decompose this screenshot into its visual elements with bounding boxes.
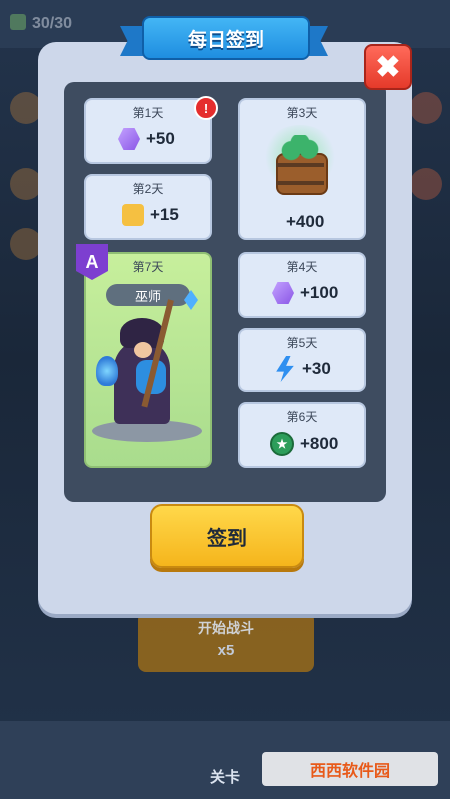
reward: ★ +800 bbox=[270, 432, 338, 456]
reward: +400 bbox=[280, 212, 324, 232]
reward-amount: +50 bbox=[146, 129, 175, 148]
energy-bolt-icon bbox=[276, 356, 294, 382]
puzzle-icon bbox=[122, 204, 144, 226]
mission-panel: 开始战斗 x5 bbox=[138, 612, 314, 672]
wizard-face bbox=[134, 342, 152, 358]
day-4-card[interactable]: 第4天 +100 bbox=[238, 252, 366, 318]
coin-icon: ★ bbox=[270, 432, 294, 456]
barrel-hoop bbox=[276, 163, 324, 167]
gem-icon bbox=[272, 282, 294, 304]
coin-barrel-icon bbox=[262, 125, 338, 195]
day-label: 第2天 bbox=[132, 182, 164, 196]
gem-icon bbox=[118, 128, 140, 150]
day-label: 第6天 bbox=[286, 410, 318, 424]
site-watermark: 西西软件园 bbox=[262, 752, 438, 786]
hp-text: 30/30 bbox=[32, 15, 73, 32]
pack-icon bbox=[410, 92, 442, 124]
coin-pile bbox=[278, 135, 322, 161]
dialog-title-ribbon: 每日签到 bbox=[120, 12, 328, 64]
reward-amount: +800 bbox=[300, 434, 339, 453]
reward: +30 bbox=[274, 356, 331, 382]
hero-name: 巫师 bbox=[106, 284, 190, 306]
reward-amount: +100 bbox=[300, 283, 339, 302]
day-2-card[interactable]: 第2天 +15 bbox=[84, 174, 212, 240]
reward-amount: +15 bbox=[150, 205, 179, 224]
day-label: 第5天 bbox=[286, 336, 318, 350]
day-6-card[interactable]: 第6天 ★ +800 bbox=[238, 402, 366, 468]
mission-multiplier: x5 bbox=[217, 642, 235, 659]
bottom-nav-label: 关卡 bbox=[210, 769, 241, 786]
dialog-title: 每日签到 bbox=[142, 16, 310, 60]
health-icon bbox=[10, 14, 26, 30]
day-label: 第3天 bbox=[286, 106, 318, 120]
reward-amount: +400 bbox=[286, 212, 325, 231]
barrel-hoop bbox=[276, 181, 324, 185]
day-1-card[interactable]: 第1天 +50 bbox=[84, 98, 212, 164]
day-label: 第1天 bbox=[132, 106, 164, 120]
hp-display: 30/30 bbox=[10, 14, 72, 33]
close-button[interactable]: ✖ bbox=[364, 44, 412, 90]
reward: +15 bbox=[122, 204, 179, 226]
day-label: 第4天 bbox=[286, 260, 318, 274]
day-5-card[interactable]: 第5天 +30 bbox=[238, 328, 366, 392]
blue-flame-icon bbox=[96, 356, 118, 386]
sign-in-button[interactable]: 签到 bbox=[150, 504, 304, 568]
reward: +50 bbox=[118, 128, 175, 150]
mission-text: 开始战斗 bbox=[198, 620, 254, 636]
alert-badge: ! bbox=[194, 96, 218, 120]
reward: +100 bbox=[272, 282, 338, 304]
task-icon bbox=[410, 168, 442, 200]
reward-amount: +30 bbox=[302, 359, 331, 378]
